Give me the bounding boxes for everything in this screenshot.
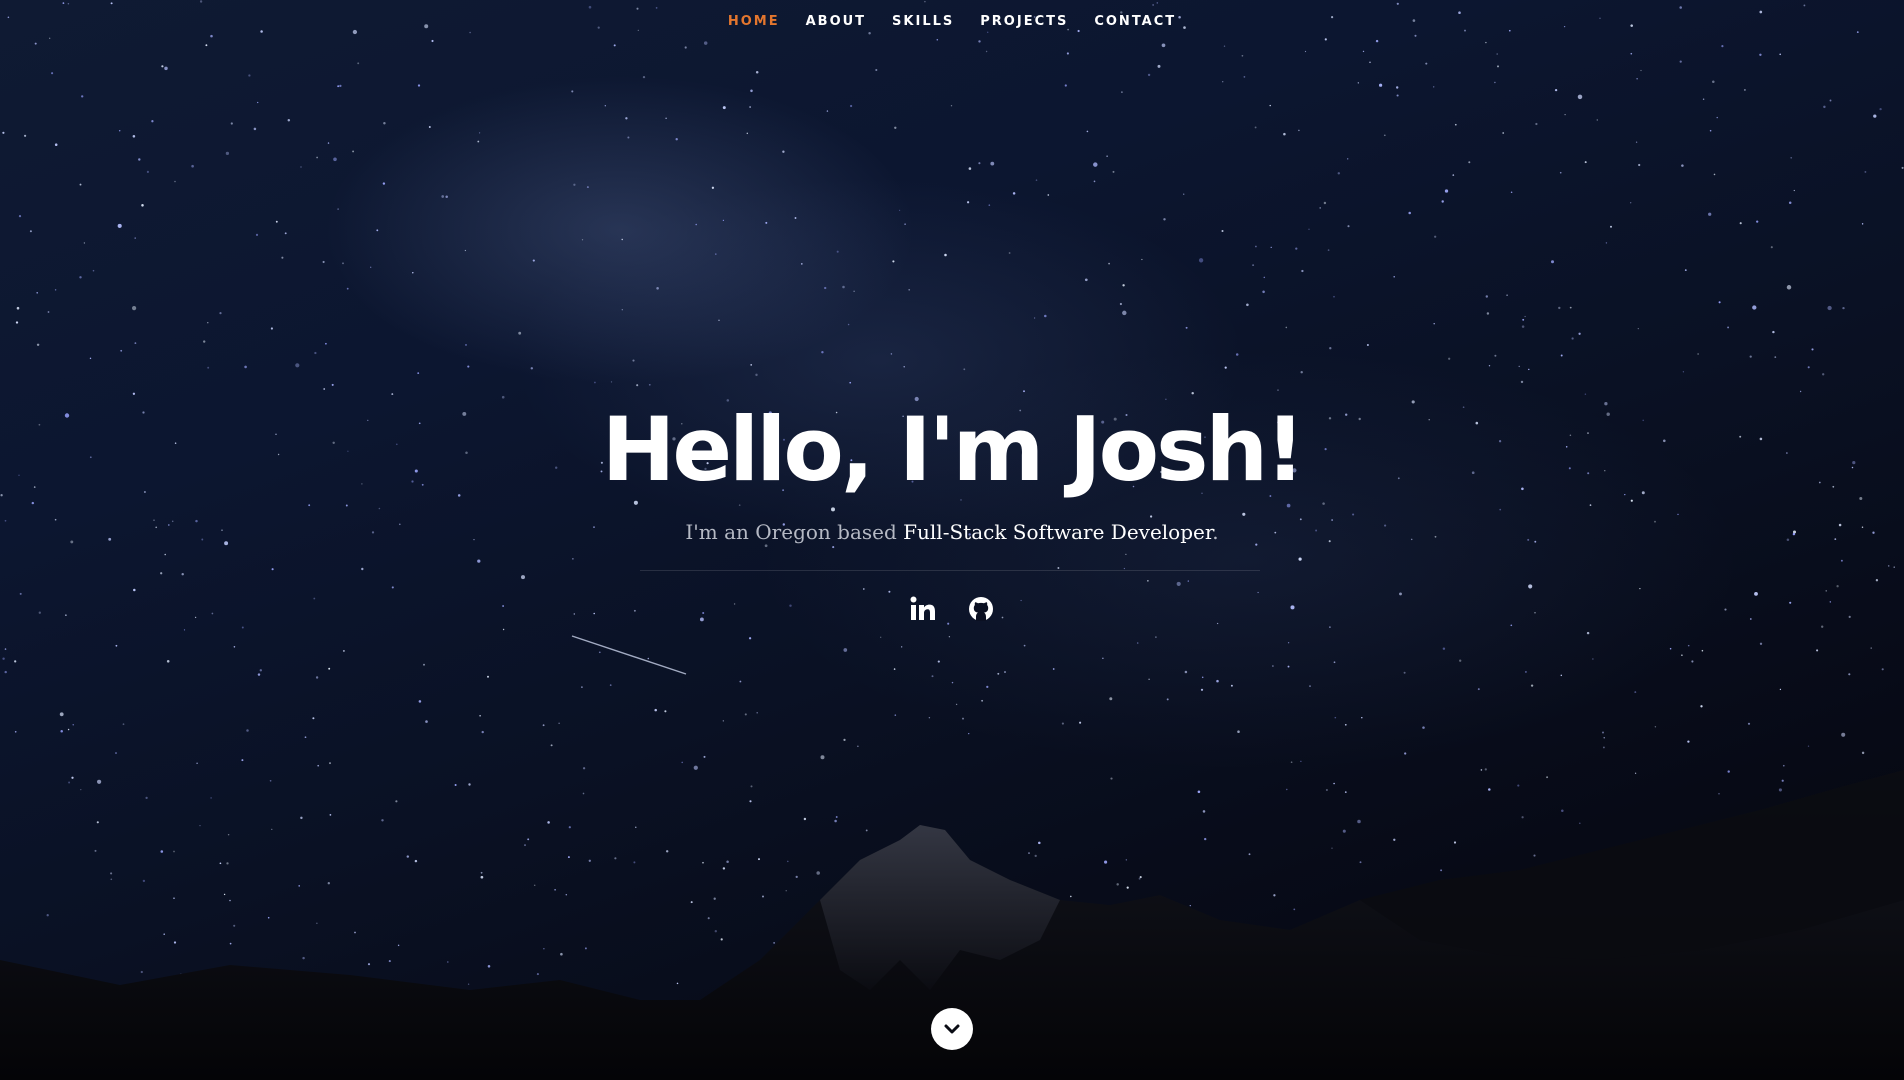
github-link[interactable]: [964, 592, 998, 626]
nav-projects[interactable]: PROJECTS: [980, 14, 1068, 29]
linkedin-icon: [910, 596, 935, 620]
github-icon: [969, 597, 993, 621]
nav-about[interactable]: ABOUT: [806, 14, 866, 29]
subtitle-prefix: I'm an Oregon based: [685, 520, 904, 544]
hero-section: HOME ABOUT SKILLS PROJECTS CONTACT Hello…: [0, 0, 1904, 1080]
nav-contact[interactable]: CONTACT: [1094, 14, 1176, 29]
hero-title: Hello, I'm Josh!: [601, 398, 1306, 501]
linkedin-link[interactable]: [906, 592, 940, 626]
nav-skills[interactable]: SKILLS: [892, 14, 954, 29]
main-nav: HOME ABOUT SKILLS PROJECTS CONTACT: [0, 14, 1904, 29]
subtitle-highlight: Full-Stack Software Developer: [903, 520, 1213, 544]
chevron-down-icon: [944, 1024, 960, 1034]
hero-divider: [640, 570, 1260, 571]
hero-subtitle: I'm an Oregon based Full-Stack Software …: [0, 520, 1904, 544]
social-links: [0, 592, 1904, 626]
scroll-down-button[interactable]: [931, 1008, 973, 1050]
nav-home[interactable]: HOME: [728, 14, 780, 29]
subtitle-suffix: .: [1212, 520, 1219, 544]
